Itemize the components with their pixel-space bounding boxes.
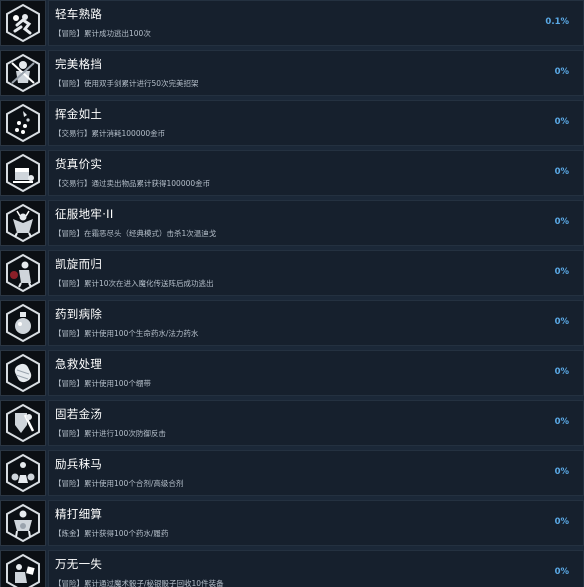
achievement-description: 【冒险】在霜恶尽头（经典模式）击杀1次温迪戈 <box>54 229 217 238</box>
achievement-percent: 0% <box>554 217 569 227</box>
achievement-description: 【冒险】累计进行100次防御反击 <box>54 429 166 438</box>
achievement-percent: 0% <box>554 567 569 577</box>
achievement-title: 万无一失 <box>55 557 103 571</box>
coin-pouch-icon <box>0 100 46 146</box>
achievement-description: 【冒险】累计使用100个绷带 <box>54 379 151 388</box>
achievement-panel: 固若金汤 【冒险】累计进行100次防御反击 0% <box>48 400 584 446</box>
treasure-icon <box>0 150 46 196</box>
achievement-panel: 轻车熟路 【冒险】累计成功逃出100次 0.1% <box>48 0 584 46</box>
achievement-panel: 完美格挡 【冒险】使用双手剑累计进行50次完美招架 0% <box>48 50 584 96</box>
achievement-percent: 0% <box>554 317 569 327</box>
achievement-row[interactable]: 轻车熟路 【冒险】累计成功逃出100次 0.1% <box>0 0 584 48</box>
achievement-title: 急救处理 <box>55 357 103 371</box>
achievement-percent: 0% <box>554 417 569 427</box>
achievement-panel: 励兵秣马 【冒险】累计使用100个合剂/高级合剂 0% <box>48 450 584 496</box>
achievement-row[interactable]: 急救处理 【冒险】累计使用100个绷带 0% <box>0 350 584 398</box>
achievement-description: 【冒险】累计10次在进入魔化传送阵后成功逃出 <box>54 279 214 288</box>
achievement-panel: 挥金如土 【交易行】累计消耗100000金币 0% <box>48 100 584 146</box>
achievement-percent: 0% <box>554 117 569 127</box>
achievement-row[interactable]: 货真价实 【交易行】通过卖出物品累计获得100000金币 0% <box>0 150 584 198</box>
achievement-title: 挥金如土 <box>55 107 103 121</box>
achievement-row[interactable]: 固若金汤 【冒险】累计进行100次防御反击 0% <box>0 400 584 448</box>
flask-icon <box>0 450 46 496</box>
achievement-title: 货真价实 <box>55 157 103 171</box>
achievement-title: 固若金汤 <box>55 407 103 421</box>
achievement-panel: 药到病除 【冒险】累计使用100个生命药水/法力药水 0% <box>48 300 584 346</box>
achievement-title: 凯旋而归 <box>55 257 103 271</box>
achievement-panel: 精打细算 【炼金】累计获得100个药水/履药 0% <box>48 500 584 546</box>
achievement-panel: 征服地牢·II 【冒险】在霜恶尽头（经典模式）击杀1次温迪戈 0% <box>48 200 584 246</box>
achievement-title: 完美格挡 <box>55 57 103 71</box>
potion-icon <box>0 300 46 346</box>
portal-icon <box>0 250 46 296</box>
achievement-percent: 0% <box>554 367 569 377</box>
achievement-percent: 0% <box>554 467 569 477</box>
achievement-percent: 0% <box>554 67 569 77</box>
dice-icon <box>0 550 46 587</box>
achievement-row[interactable]: 完美格挡 【冒险】使用双手剑累计进行50次完美招架 0% <box>0 50 584 98</box>
achievement-percent: 0% <box>554 267 569 277</box>
alchemist-icon <box>0 500 46 546</box>
achievement-title: 轻车熟路 <box>55 7 103 21</box>
achievement-description: 【冒险】累计使用100个合剂/高级合剂 <box>54 479 184 488</box>
achievement-panel: 急救处理 【冒险】累计使用100个绷带 0% <box>48 350 584 396</box>
achievement-description: 【冒险】累计使用100个生命药水/法力药水 <box>54 329 199 338</box>
achievement-panel: 凯旋而归 【冒险】累计10次在进入魔化传送阵后成功逃出 0% <box>48 250 584 296</box>
achievement-row[interactable]: 挥金如土 【交易行】累计消耗100000金币 0% <box>0 100 584 148</box>
achievement-description: 【炼金】累计获得100个药水/履药 <box>54 529 169 538</box>
wendigo-icon <box>0 200 46 246</box>
achievement-description: 【冒险】使用双手剑累计进行50次完美招架 <box>54 79 199 88</box>
shield-icon <box>0 400 46 446</box>
achievement-row[interactable]: 精打细算 【炼金】累计获得100个药水/履药 0% <box>0 500 584 548</box>
parry-icon <box>0 50 46 96</box>
achievement-panel: 万无一失 【冒险】累计通过魔术骰子/秘银骰子回收10件装备 0% <box>48 550 584 587</box>
achievement-percent: 0% <box>554 517 569 527</box>
achievement-list: 轻车熟路 【冒险】累计成功逃出100次 0.1% 完美格挡 【冒险】使用双手剑累… <box>0 0 584 587</box>
achievement-title: 精打细算 <box>55 507 103 521</box>
achievement-description: 【交易行】通过卖出物品累计获得100000金币 <box>54 179 211 188</box>
achievement-row[interactable]: 征服地牢·II 【冒险】在霜恶尽头（经典模式）击杀1次温迪戈 0% <box>0 200 584 248</box>
achievement-row[interactable]: 凯旋而归 【冒险】累计10次在进入魔化传送阵后成功逃出 0% <box>0 250 584 298</box>
achievement-panel: 货真价实 【交易行】通过卖出物品累计获得100000金币 0% <box>48 150 584 196</box>
runner-icon <box>0 0 46 46</box>
achievement-row[interactable]: 励兵秣马 【冒险】累计使用100个合剂/高级合剂 0% <box>0 450 584 498</box>
achievement-title: 药到病除 <box>55 307 103 321</box>
achievement-percent: 0.1% <box>545 17 569 27</box>
achievement-row[interactable]: 药到病除 【冒险】累计使用100个生命药水/法力药水 0% <box>0 300 584 348</box>
achievement-description: 【冒险】累计通过魔术骰子/秘银骰子回收10件装备 <box>54 579 224 587</box>
achievement-percent: 0% <box>554 167 569 177</box>
achievement-row[interactable]: 万无一失 【冒险】累计通过魔术骰子/秘银骰子回收10件装备 0% <box>0 550 584 587</box>
achievement-title: 励兵秣马 <box>55 457 103 471</box>
bandage-icon <box>0 350 46 396</box>
achievement-description: 【冒险】累计成功逃出100次 <box>54 29 151 38</box>
achievement-title: 征服地牢·II <box>55 207 114 221</box>
achievement-description: 【交易行】累计消耗100000金币 <box>54 129 166 138</box>
